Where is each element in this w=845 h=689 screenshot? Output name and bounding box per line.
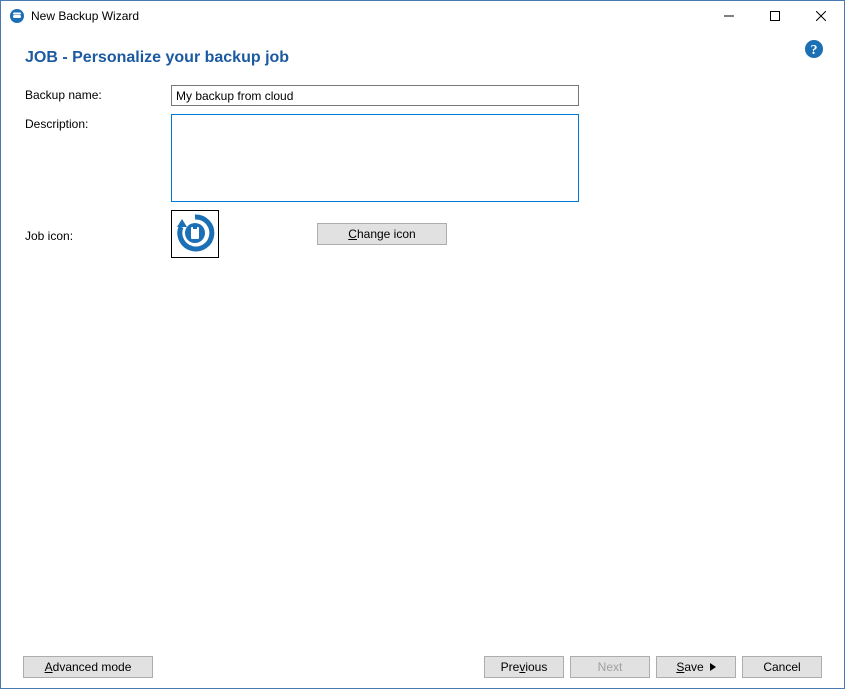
- help-button[interactable]: ?: [804, 39, 824, 59]
- backup-name-input[interactable]: [171, 85, 579, 106]
- content-area: ? JOB - Personalize your backup job Back…: [1, 31, 844, 656]
- wizard-window: New Backup Wizard ? JOB - Personalize yo…: [0, 0, 845, 689]
- job-icon-preview: [171, 210, 219, 258]
- save-button[interactable]: Save: [656, 656, 736, 678]
- close-button[interactable]: [798, 1, 844, 31]
- cancel-button[interactable]: Cancel: [742, 656, 822, 678]
- minimize-button[interactable]: [706, 1, 752, 31]
- change-icon-button[interactable]: Change icon: [317, 223, 447, 245]
- description-label: Description:: [25, 114, 171, 131]
- svg-text:?: ?: [811, 43, 818, 58]
- backup-name-label: Backup name:: [25, 85, 171, 102]
- description-textarea[interactable]: [171, 114, 579, 202]
- maximize-button[interactable]: [752, 1, 798, 31]
- titlebar: New Backup Wizard: [1, 1, 844, 31]
- page-heading: JOB - Personalize your backup job: [25, 49, 820, 67]
- dropdown-arrow-icon: [710, 660, 716, 674]
- footer: Advanced mode Previous Next Save Cancel: [1, 656, 844, 688]
- job-icon-label: Job icon:: [25, 226, 171, 243]
- backup-job-icon: [175, 213, 215, 256]
- previous-button[interactable]: Previous: [484, 656, 564, 678]
- next-button: Next: [570, 656, 650, 678]
- advanced-mode-button[interactable]: Advanced mode: [23, 656, 153, 678]
- app-icon: [9, 8, 25, 24]
- window-title: New Backup Wizard: [31, 9, 139, 23]
